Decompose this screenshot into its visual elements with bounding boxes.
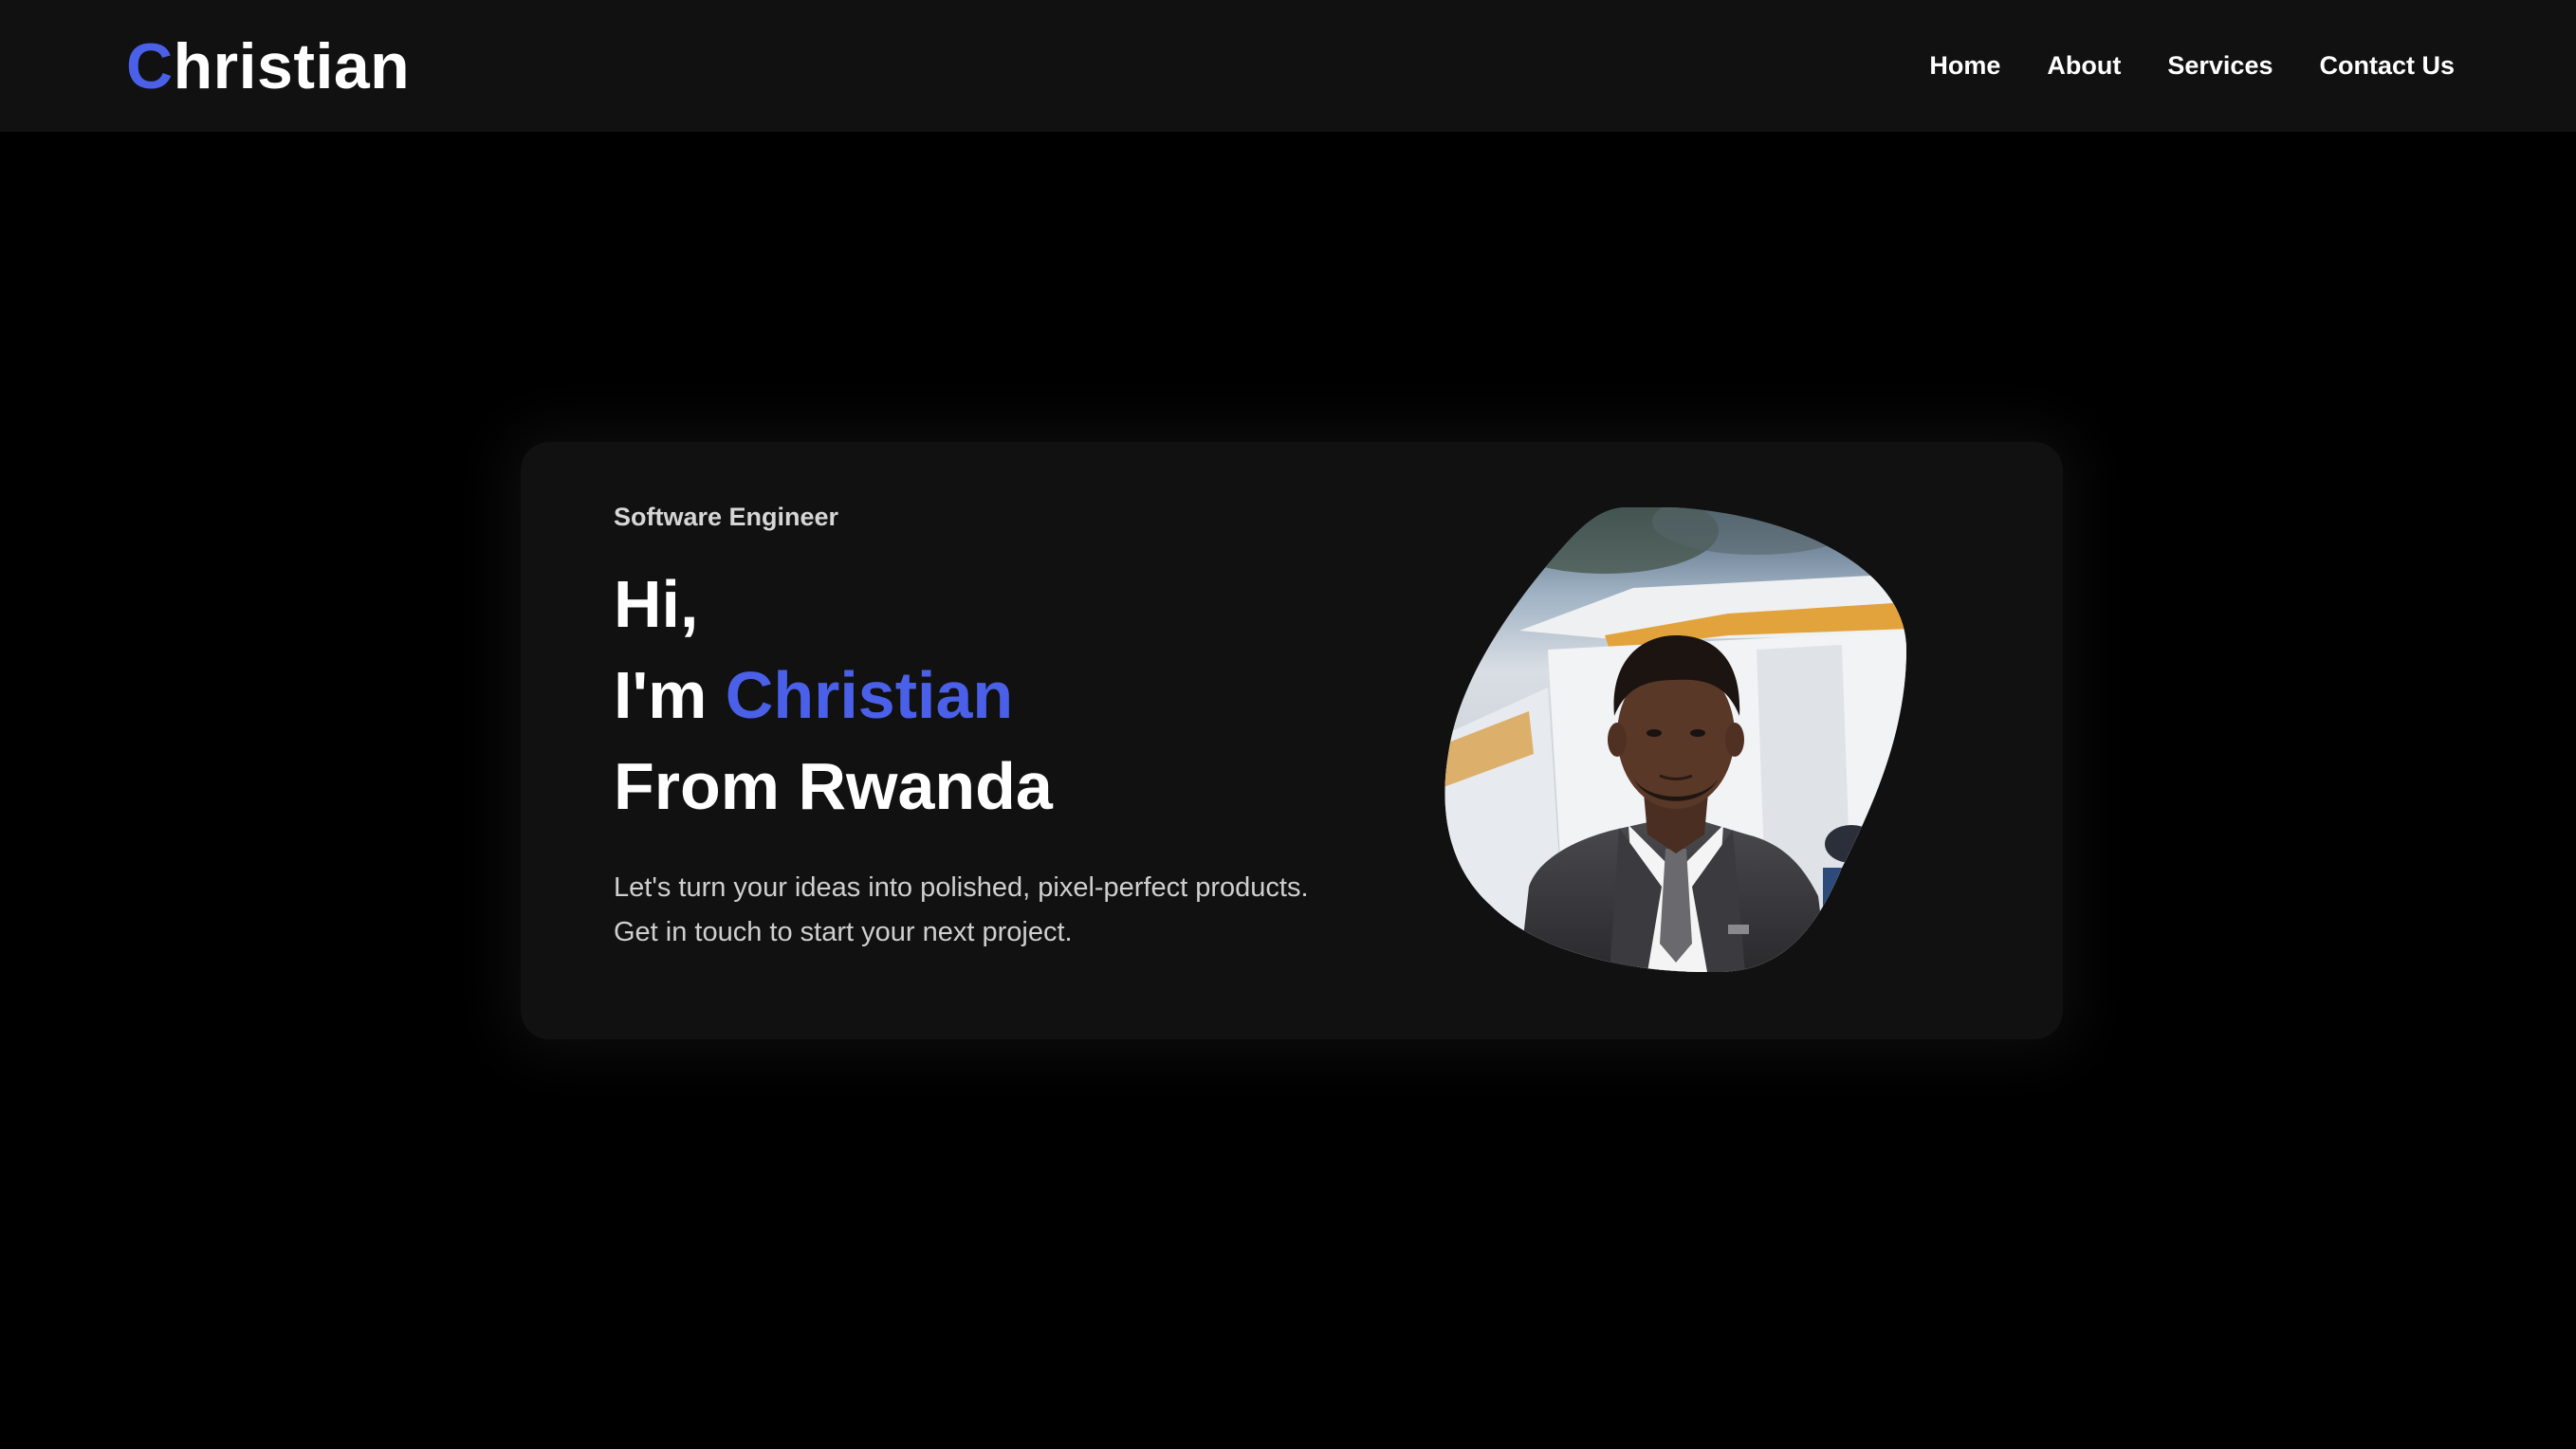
tagline-line-2: Get in touch to start your next project.: [614, 917, 1073, 947]
hero-tagline: Let's turn your ideas into polished, pix…: [614, 866, 1429, 955]
nav-link-contact-us[interactable]: Contact Us: [2319, 53, 2455, 79]
headline-line-3: From Rwanda: [614, 749, 1053, 823]
site-logo[interactable]: Christian: [126, 34, 410, 99]
hero-subtitle: Software Engineer: [614, 503, 839, 531]
hero-text: Software Engineer Hi, I'm Christian From…: [614, 504, 1429, 955]
headline-name: Christian: [725, 658, 1014, 732]
nav-link-services[interactable]: Services: [2167, 53, 2272, 79]
headline-line-2-prefix: I'm: [614, 658, 726, 732]
logo-accent-letter: C: [126, 29, 174, 102]
headline-line-1: Hi,: [614, 567, 699, 641]
nav-link-about[interactable]: About: [2047, 53, 2121, 79]
tagline-line-1: Let's turn your ideas into polished, pix…: [614, 872, 1309, 903]
navbar: Christian Home About Services Contact Us: [0, 0, 2576, 132]
hero-headline: Hi, I'm Christian From Rwanda: [614, 559, 1429, 832]
logo-text: hristian: [173, 29, 411, 102]
nav-links: Home About Services Contact Us: [1929, 53, 2455, 79]
profile-photo: [1444, 507, 1906, 972]
nav-link-home[interactable]: Home: [1929, 53, 2000, 79]
hero-card: Software Engineer Hi, I'm Christian From…: [521, 442, 2063, 1039]
